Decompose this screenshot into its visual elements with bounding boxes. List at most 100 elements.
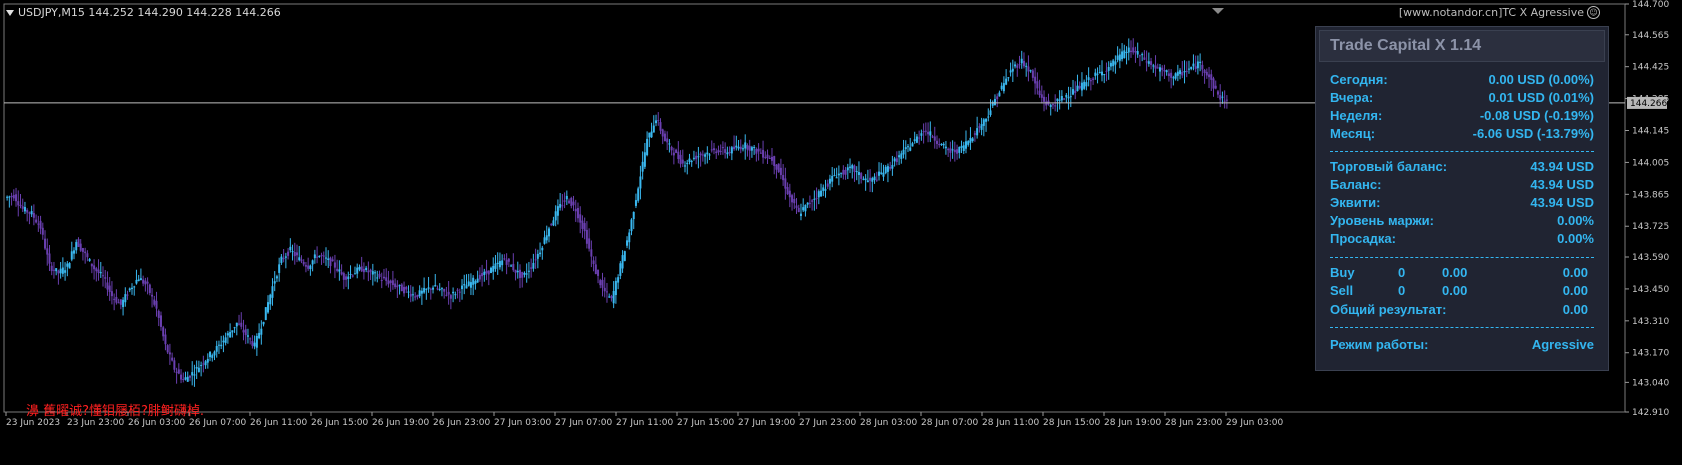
candle-body: [126, 294, 129, 296]
candle-body: [547, 228, 550, 237]
candle-body: [1034, 76, 1037, 84]
candle-body: [681, 159, 684, 164]
candle-body: [124, 294, 127, 303]
candle-body: [619, 263, 622, 276]
candle-body: [153, 299, 156, 305]
candle-body: [775, 164, 778, 170]
candle-body: [35, 219, 38, 223]
candle-body: [628, 232, 631, 243]
candle-body: [944, 146, 947, 149]
candle-body: [706, 152, 709, 155]
time-axis-label: 26 Jun 07:00: [189, 418, 246, 428]
row-value: 43.94 USD: [1530, 176, 1594, 192]
candle-body: [788, 190, 791, 198]
candle-body: [931, 136, 934, 138]
candle-body: [262, 321, 265, 325]
candle-body: [17, 201, 20, 206]
candle-body: [728, 151, 731, 153]
candle-body: [516, 270, 519, 273]
candle-body: [766, 154, 769, 159]
candle-body: [429, 288, 432, 290]
candle-body: [244, 329, 247, 336]
row-sell: Sell 0 0.00 0.00: [1330, 283, 1594, 299]
candle-body: [139, 278, 142, 281]
candle-body: [597, 269, 600, 276]
candle-body: [376, 277, 379, 279]
candle-body: [1134, 51, 1137, 53]
candle-body: [166, 345, 169, 353]
candle-body: [815, 197, 818, 199]
candle-body: [452, 291, 455, 294]
candle-body: [708, 154, 711, 156]
candle-body: [298, 257, 301, 261]
candle-body: [44, 238, 47, 249]
candle-body: [309, 265, 312, 270]
candle-body: [12, 194, 15, 199]
candle-body: [570, 197, 573, 206]
candle-body: [641, 161, 644, 172]
order-profit: 0.00: [1562, 265, 1588, 280]
candle-body: [70, 251, 73, 260]
candle-body: [599, 280, 602, 286]
candle-body: [672, 152, 675, 156]
candle-body: [846, 167, 849, 171]
candle-body: [307, 265, 310, 269]
candle-body: [271, 286, 274, 298]
candle-body: [552, 220, 555, 226]
candle-body: [505, 259, 508, 265]
candle-body: [351, 275, 354, 277]
candle-body: [193, 374, 196, 376]
candle-body: [632, 211, 635, 220]
candle-body: [264, 307, 267, 320]
candle-body: [396, 285, 399, 288]
candle-body: [996, 96, 999, 100]
candle-body: [492, 265, 495, 272]
candle-body: [1156, 67, 1159, 69]
candle-body: [1223, 100, 1226, 102]
candle-body: [605, 291, 608, 293]
candle-body: [971, 138, 974, 141]
candle-body: [302, 261, 305, 265]
smile-icon[interactable]: ☺: [1587, 6, 1600, 19]
candle-body: [427, 287, 430, 289]
candle-body: [713, 148, 716, 151]
candle-body: [222, 340, 225, 343]
current-price-label: 144.266: [1630, 99, 1667, 109]
candle-body: [1036, 81, 1039, 89]
candle-body: [759, 152, 762, 154]
symbol-label[interactable]: USDJPY,M15 144.252 144.290 144.228 144.2…: [6, 6, 281, 19]
panel-title: Trade Capital X 1.14: [1319, 30, 1605, 62]
candle-body: [964, 141, 967, 149]
candle-body: [947, 148, 950, 151]
candle-body: [293, 252, 296, 257]
candle-body: [345, 276, 348, 280]
candle-body: [300, 259, 303, 262]
candle-body: [59, 268, 62, 274]
candle-body: [695, 155, 698, 160]
row-drawdown: Просадка: 0.00%: [1330, 230, 1594, 246]
candle-body: [822, 187, 825, 191]
candle-body: [418, 290, 421, 297]
candle-body: [1056, 98, 1059, 101]
candle-body: [86, 253, 89, 258]
candle-body: [581, 220, 584, 229]
candle-body: [857, 172, 860, 175]
candle-body: [904, 147, 907, 150]
candle-body: [692, 157, 695, 159]
candle-body: [655, 120, 658, 124]
candle-body: [1201, 64, 1204, 70]
candle-body: [1060, 95, 1063, 101]
candle-body: [1163, 69, 1166, 72]
candle-body: [1127, 47, 1130, 53]
row-label: Уровень маржи:: [1330, 212, 1434, 228]
candle-body: [844, 170, 847, 175]
chart-menu-triangle-icon[interactable]: [6, 9, 14, 16]
candle-body: [918, 137, 921, 139]
candle-body: [102, 275, 105, 277]
candle-body: [77, 239, 80, 247]
candle-body: [407, 291, 410, 293]
candle-body: [525, 273, 528, 275]
candle-body: [715, 151, 718, 154]
candle-body: [550, 224, 553, 226]
candle-body: [889, 167, 892, 169]
